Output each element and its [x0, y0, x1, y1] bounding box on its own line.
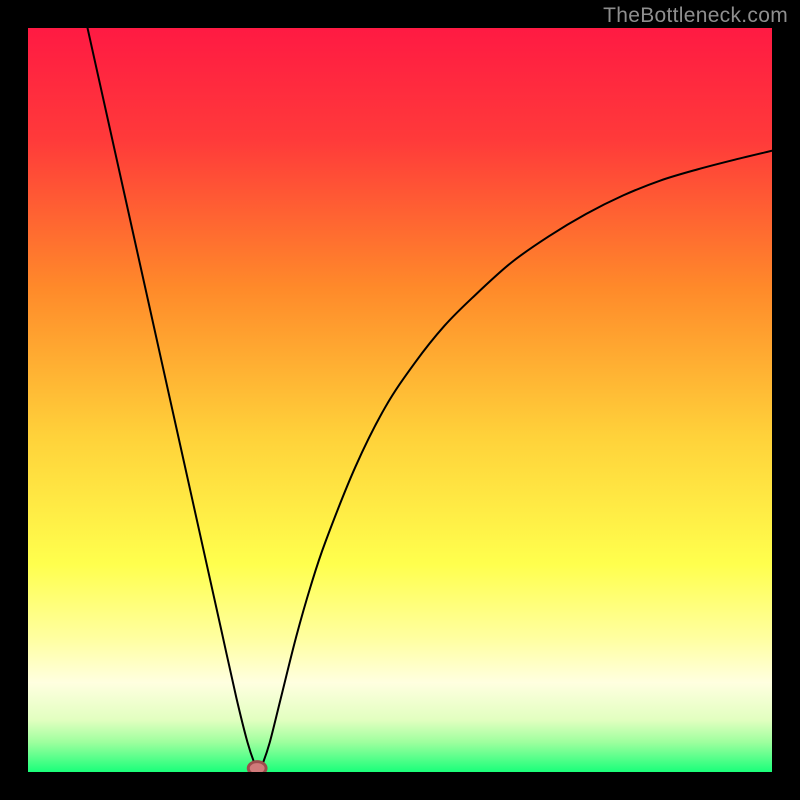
chart-stage: TheBottleneck.com: [0, 0, 800, 800]
chart-background: [28, 28, 772, 772]
watermark-text: TheBottleneck.com: [603, 4, 788, 28]
optimal-point-marker: [248, 762, 266, 772]
chart-svg: [28, 28, 772, 772]
plot-area: [28, 28, 772, 772]
